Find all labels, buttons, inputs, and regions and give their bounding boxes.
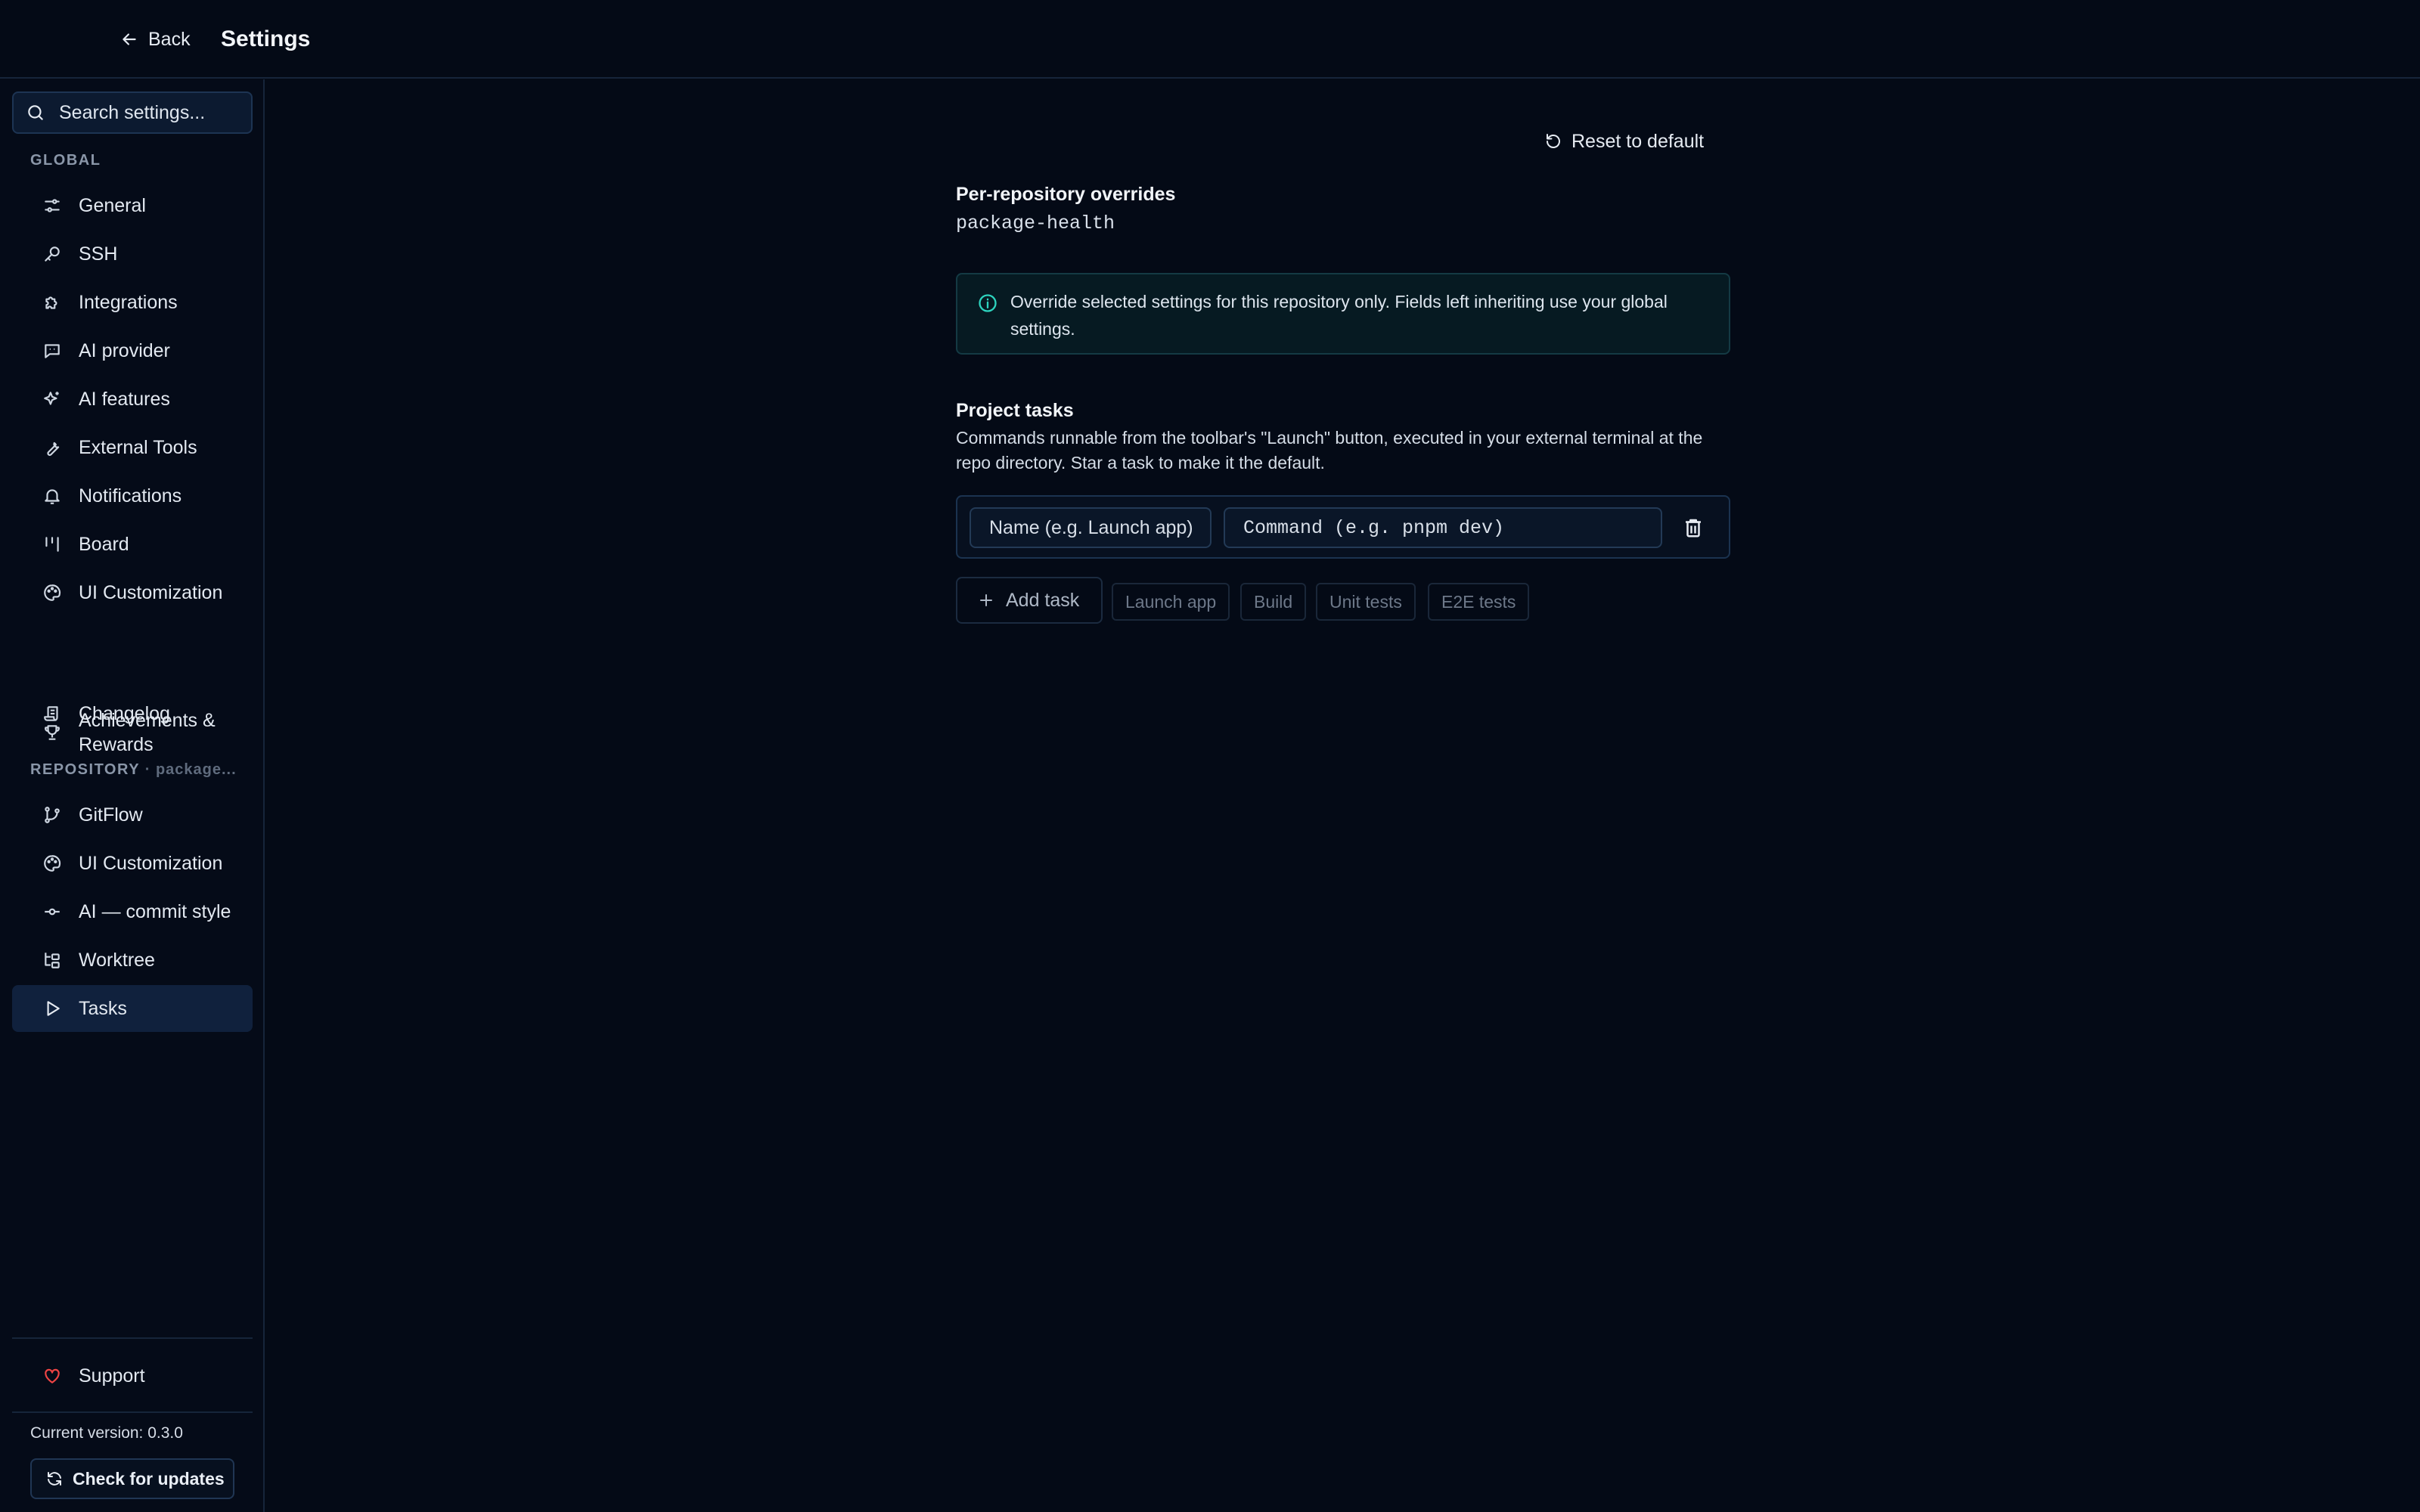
preset-chip-unit-tests[interactable]: Unit tests [1316, 583, 1416, 621]
sidebar-item-board[interactable]: Board [12, 521, 253, 568]
sidebar-item-label: Tasks [79, 997, 127, 1019]
section-label-repository: REPOSITORY · package... [30, 761, 237, 779]
tasks-description: Commands runnable from the toolbar's "La… [956, 428, 1703, 472]
sidebar-item-label: Board [79, 533, 129, 555]
page-title: Settings [221, 26, 311, 51]
sidebar-item-external-tools[interactable]: External Tools [12, 424, 253, 471]
add-task-label: Add task [1006, 589, 1080, 611]
sidebar-item-label: AI provider [79, 339, 170, 361]
sidebar-item-ai-provider[interactable]: AI provider [12, 327, 253, 374]
sidebar-item-worktree[interactable]: Worktree [12, 937, 253, 984]
sliders-icon [45, 199, 60, 212]
preset-chip-build[interactable]: Build [1240, 583, 1307, 621]
bell-icon [45, 489, 60, 504]
preset-chip-launch-app[interactable]: Launch app [1112, 583, 1230, 621]
play-icon [47, 1001, 60, 1016]
support-label: Support [79, 1365, 145, 1387]
sidebar-item-label: UI Customization [79, 581, 223, 603]
section-label-text: REPOSITORY [30, 761, 140, 778]
back-button[interactable]: Back [119, 24, 191, 54]
section-label-global: GLOBAL [30, 152, 101, 169]
refresh-icon [48, 1472, 61, 1486]
overrides-title: Per-repository overrides [956, 184, 1176, 205]
info-banner: Override selected settings for this repo… [956, 273, 1730, 355]
key-icon [45, 246, 60, 262]
sidebar-item-changelog[interactable]: Changelog [12, 690, 253, 737]
task-row [956, 495, 1730, 559]
wrench-icon [47, 442, 60, 456]
sidebar-item-label: Integrations [79, 291, 178, 313]
sidebar: GLOBAL General SSH Integrations AI provi… [0, 79, 265, 1512]
info-icon [979, 294, 997, 312]
task-name-input[interactable] [970, 507, 1212, 548]
sidebar-item-repo-ui-customization[interactable]: UI Customization [12, 840, 253, 887]
kanban-icon [45, 537, 59, 552]
sidebar-item-label: External Tools [79, 436, 197, 458]
info-text: Override selected settings for this repo… [1010, 292, 1668, 339]
sidebar-item-label: SSH [79, 243, 118, 265]
sparkles-icon [44, 392, 59, 405]
sidebar-item-notifications[interactable]: Notifications [12, 472, 253, 519]
task-command-input[interactable] [1224, 507, 1662, 548]
palette-icon [44, 584, 61, 601]
palette-icon [44, 855, 61, 872]
tasks-title: Project tasks [956, 400, 1074, 421]
reset-label: Reset to default [1571, 130, 1705, 152]
add-task-button[interactable]: Add task [956, 577, 1103, 624]
sidebar-divider [12, 1337, 253, 1339]
sidebar-item-integrations[interactable]: Integrations [12, 279, 253, 326]
check-updates-label: Check for updates [73, 1468, 225, 1489]
section-label-repo-name: · package... [144, 761, 237, 778]
sidebar-item-label: Notifications [79, 485, 182, 507]
search-icon [28, 105, 43, 120]
back-label: Back [148, 28, 191, 50]
folder-tree-icon [45, 953, 60, 968]
sidebar-item-tasks[interactable]: Tasks [12, 985, 253, 1032]
version-text: Current version: 0.3.0 [30, 1424, 183, 1442]
chat-icon [45, 344, 60, 358]
sidebar-item-gitflow[interactable]: GitFlow [12, 792, 253, 838]
reset-icon [1547, 134, 1560, 148]
top-bar: Back Settings [0, 0, 2420, 79]
sidebar-item-label: General [79, 194, 146, 216]
plus-icon [980, 594, 992, 606]
main-content: Reset to default Per-repository override… [266, 79, 2420, 1512]
sidebar-item-ai-features[interactable]: AI features [12, 376, 253, 423]
sidebar-item-label: AI — commit style [79, 900, 231, 922]
scroll-icon [44, 706, 58, 721]
sidebar-item-ui-customization[interactable]: UI Customization [12, 569, 253, 616]
support-link[interactable]: Support [12, 1352, 253, 1399]
git-commit-icon [45, 908, 60, 916]
sidebar-item-label: UI Customization [79, 852, 223, 874]
heart-icon [45, 1368, 60, 1383]
repo-name: package-health [956, 212, 1115, 234]
sidebar-item-label: AI features [79, 388, 170, 410]
arrow-left-icon [123, 33, 136, 45]
trash-icon[interactable] [1682, 516, 1705, 539]
sidebar-item-label: GitFlow [79, 804, 143, 826]
sidebar-item-ai-commit-style[interactable]: AI — commit style [12, 888, 253, 935]
sidebar-divider [12, 1411, 253, 1413]
puzzle-icon [45, 296, 57, 309]
sidebar-item-label: Worktree [79, 949, 155, 971]
sidebar-item-general[interactable]: General [12, 182, 253, 229]
check-updates-button[interactable]: Check for updates [30, 1458, 234, 1499]
sidebar-item-label: Changelog [79, 702, 170, 724]
git-branch-icon [45, 807, 60, 823]
sidebar-item-ssh[interactable]: SSH [12, 231, 253, 277]
search-input[interactable] [59, 101, 248, 124]
search-box[interactable] [12, 91, 253, 134]
reset-to-default-button[interactable]: Reset to default [1544, 126, 1704, 156]
preset-chip-e2e-tests[interactable]: E2E tests [1428, 583, 1530, 621]
